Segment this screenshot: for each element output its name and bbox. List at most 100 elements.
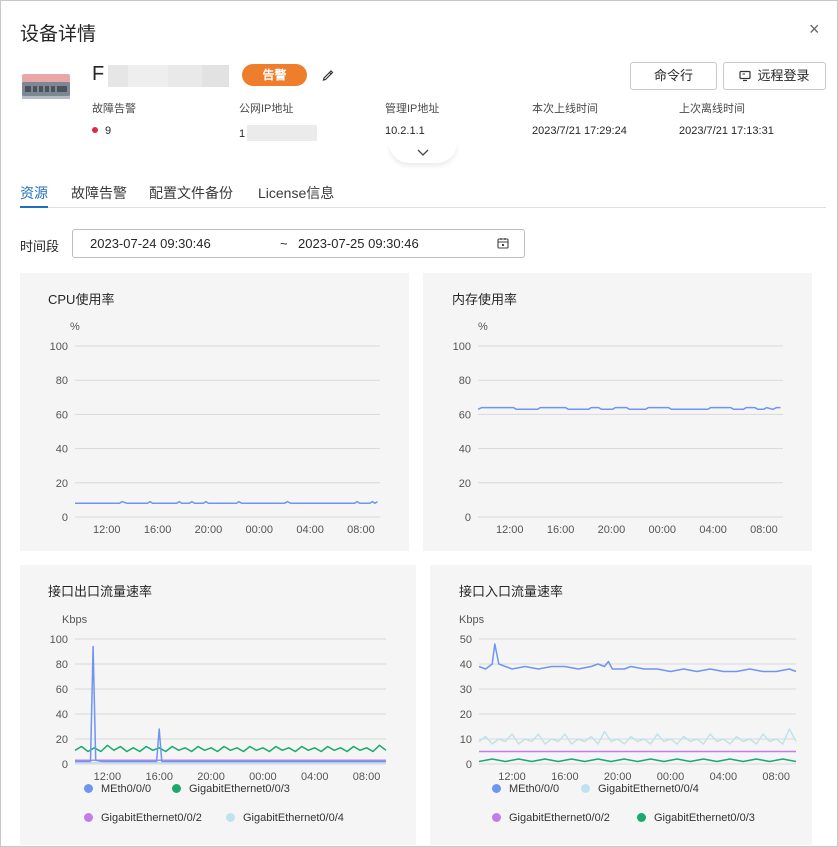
x-tick-label: 08:00	[353, 771, 381, 783]
x-tick-label: 16:00	[144, 524, 172, 536]
info-management-ip: 管理IP地址 10.2.1.1	[385, 100, 439, 137]
x-tick-label: 00:00	[249, 771, 277, 783]
offline-time-value: 2023/7/21 17:13:31	[679, 125, 774, 137]
y-tick-label: 40	[459, 444, 471, 456]
tab-bar: 资源 故障告警 配置文件备份 License信息	[20, 183, 826, 208]
legend-dot	[84, 784, 93, 793]
x-tick-label: 12:00	[94, 771, 122, 783]
online-time-value: 2023/7/21 17:29:24	[532, 125, 627, 137]
y-axis-unit: %	[70, 321, 80, 333]
date-range-picker[interactable]: 2023-07-24 09:30:46 ~ 2023-07-25 09:30:4…	[72, 229, 525, 258]
info-online-time: 本次上线时间 2023/7/21 17:29:24	[532, 100, 627, 137]
y-tick-label: 80	[459, 375, 471, 387]
range-separator: ~	[280, 236, 288, 251]
status-badge: 告警	[242, 64, 307, 86]
legend-dot	[84, 813, 93, 822]
legend-label: GigabitEthernet0/0/4	[598, 783, 699, 795]
public-ip-value: 1	[239, 128, 246, 140]
y-tick-label: 50	[460, 634, 472, 646]
cpu-usage-card: CPU使用率 % 0 20 40 60 80 100 12:00 16:00 20:00 00:00…	[20, 273, 409, 551]
calendar-icon[interactable]	[497, 237, 509, 249]
x-tick-label: 08:00	[762, 771, 790, 783]
y-tick-label: 0	[466, 759, 472, 771]
y-tick-label: 60	[459, 409, 471, 421]
y-tick-label: 10	[460, 734, 472, 746]
y-tick-label: 40	[460, 659, 472, 671]
dialog-title: 设备详情	[20, 24, 97, 45]
legend-dot	[492, 813, 501, 822]
x-tick-label: 16:00	[551, 771, 579, 783]
info-offline-time: 上次离线时间 2023/7/21 17:13:31	[679, 100, 774, 137]
y-tick-label: 80	[56, 375, 68, 387]
legend-item[interactable]: MEth0/0/0	[84, 783, 151, 795]
device-icon	[22, 74, 70, 99]
legend-item[interactable]: GigabitEthernet0/0/3	[637, 812, 755, 824]
y-tick-label: 30	[460, 684, 472, 696]
x-tick-label: 00:00	[649, 524, 677, 536]
public-ip-redacted	[247, 125, 318, 141]
close-icon[interactable]: ×	[809, 19, 820, 39]
y-tick-label: 40	[56, 444, 68, 456]
series-line	[478, 643, 797, 673]
info-public-ip: 公网IP地址 1	[239, 100, 318, 141]
y-axis-unit: %	[478, 321, 488, 333]
chevron-down-icon	[417, 149, 429, 156]
egress-traffic-card: 接口出口流量速率 Kbps 0 20 40 60 80 100 12:00 16:00 20:00…	[20, 565, 416, 845]
tab-fault-alarms[interactable]: 故障告警	[71, 183, 127, 208]
expand-toggle[interactable]	[389, 143, 457, 163]
start-date[interactable]: 2023-07-24 09:30:46	[90, 236, 211, 251]
x-tick-label: 04:00	[296, 524, 324, 536]
legend-label: GigabitEthernet0/0/2	[509, 812, 610, 824]
x-tick-label: 16:00	[145, 771, 173, 783]
tab-config-backup[interactable]: 配置文件备份	[149, 183, 233, 208]
series-line	[478, 758, 797, 763]
legend-label: GigabitEthernet0/0/3	[654, 812, 755, 824]
cpu-usage-chart: % 0 20 40 60 80 100 12:00 16:00 20:00 00:00 04:00 08…	[50, 321, 380, 536]
legend-dot	[637, 813, 646, 822]
ingress-traffic-chart: Kbps 0 10 20 30 40 50 12:00 16:00 20:00 00:00 04:00…	[459, 614, 797, 783]
y-tick-label: 0	[62, 759, 68, 771]
device-detail-dialog: 设备详情 × F 告警 命令行 远程登录 故障告警 9 公网IP地址 1 管理I…	[0, 0, 838, 847]
tab-license-info[interactable]: License信息	[258, 183, 334, 208]
legend-label: MEth0/0/0	[509, 783, 560, 795]
ingress-traffic-card: 接口入口流量速率 Kbps 0 10 20 30 40 50 12:00 16:00 20:00 0…	[430, 565, 812, 845]
device-name-redacted	[92, 65, 229, 87]
alarm-count[interactable]: 9	[105, 125, 111, 137]
y-tick-label: 0	[62, 512, 68, 524]
legend-item[interactable]: GigabitEthernet0/0/3	[172, 783, 290, 795]
x-tick-label: 04:00	[699, 524, 727, 536]
x-tick-label: 20:00	[195, 524, 223, 536]
remote-login-label: 远程登录	[757, 68, 810, 83]
end-date[interactable]: 2023-07-25 09:30:46	[298, 236, 419, 251]
y-tick-label: 20	[56, 478, 68, 490]
series-line	[477, 406, 781, 411]
legend-label: GigabitEthernet0/0/4	[243, 812, 344, 824]
x-tick-label: 16:00	[547, 524, 575, 536]
x-tick-label: 20:00	[604, 771, 632, 783]
x-tick-label: 20:00	[197, 771, 225, 783]
info-label: 故障告警	[92, 103, 136, 115]
x-tick-label: 00:00	[657, 771, 685, 783]
info-label: 上次离线时间	[679, 103, 745, 115]
x-tick-label: 08:00	[347, 524, 375, 536]
alarm-dot	[92, 127, 98, 133]
legend-item[interactable]: GigabitEthernet0/0/2	[84, 812, 202, 824]
legend-item[interactable]: GigabitEthernet0/0/4	[581, 783, 699, 795]
y-tick-label: 20	[459, 478, 471, 490]
x-tick-label: 12:00	[498, 771, 526, 783]
y-tick-label: 100	[50, 341, 68, 353]
legend-item[interactable]: GigabitEthernet0/0/2	[492, 812, 610, 824]
command-line-button[interactable]: 命令行	[630, 62, 717, 90]
legend-item[interactable]: GigabitEthernet0/0/4	[226, 812, 344, 824]
remote-login-button[interactable]: 远程登录	[723, 62, 826, 90]
y-tick-label: 0	[465, 512, 471, 524]
y-axis-unit: Kbps	[62, 614, 88, 626]
legend-dot	[581, 784, 590, 793]
period-label: 时间段	[20, 239, 60, 254]
x-tick-label: 04:00	[710, 771, 738, 783]
legend-label: MEth0/0/0	[101, 783, 152, 795]
tab-resources[interactable]: 资源	[20, 183, 48, 208]
edit-icon[interactable]	[321, 68, 335, 82]
legend-item[interactable]: MEth0/0/0	[492, 783, 559, 795]
memory-usage-card: 内存使用率 % 0 20 40 60 80 100 12:00 16:00 20:00 00:00 0…	[423, 273, 812, 551]
